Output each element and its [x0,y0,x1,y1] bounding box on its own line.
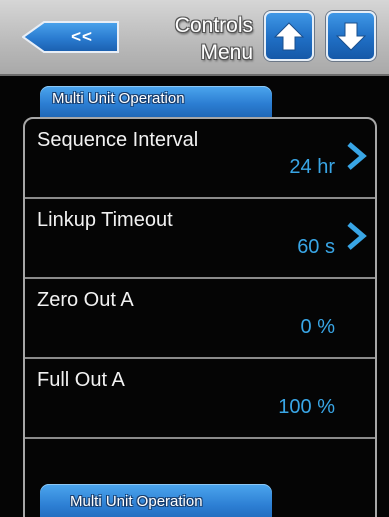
setting-value: 24 hr [289,156,335,178]
setting-value: 100 % [278,396,335,418]
setting-row-zero-out-a: Zero Out A 0 % [25,279,375,359]
settings-panel: Sequence Interval 24 hr Linkup Timeout 6… [23,117,377,517]
header-bar: << Controls Menu [0,0,389,76]
tab-multi-unit-operation[interactable]: Multi Unit Operation [40,86,272,118]
tab-label: Multi Unit Operation [70,493,203,510]
setting-row-full-out-a: Full Out A 100 % [25,359,375,439]
scroll-up-button[interactable] [264,11,314,61]
setting-label: Full Out A [37,369,125,391]
back-button[interactable]: << [22,20,120,54]
setting-row-linkup-timeout[interactable]: Linkup Timeout 60 s [25,199,375,279]
setting-label: Sequence Interval [37,129,199,151]
tab-multi-unit-operation-bottom[interactable]: Multi Unit Operation [40,484,272,517]
chevron-right-icon [347,222,367,250]
setting-label: Zero Out A [37,289,134,311]
setting-label: Linkup Timeout [37,209,173,231]
back-button-label: << [71,27,93,46]
page-title-line2: Menu [200,41,253,64]
page-title: Controls Menu [175,12,253,66]
scroll-down-button[interactable] [326,11,376,61]
setting-row-sequence-interval[interactable]: Sequence Interval 24 hr [25,119,375,199]
setting-value: 60 s [297,236,335,258]
chevron-right-icon [347,142,367,170]
page-title-line1: Controls [174,14,253,37]
arrow-down-icon [335,22,367,51]
arrow-up-icon [273,22,305,51]
tab-label: Multi Unit Operation [52,90,185,107]
setting-value: 0 % [300,316,335,338]
controls-menu-screen: << Controls Menu Multi Unit Operation Se… [0,0,389,517]
